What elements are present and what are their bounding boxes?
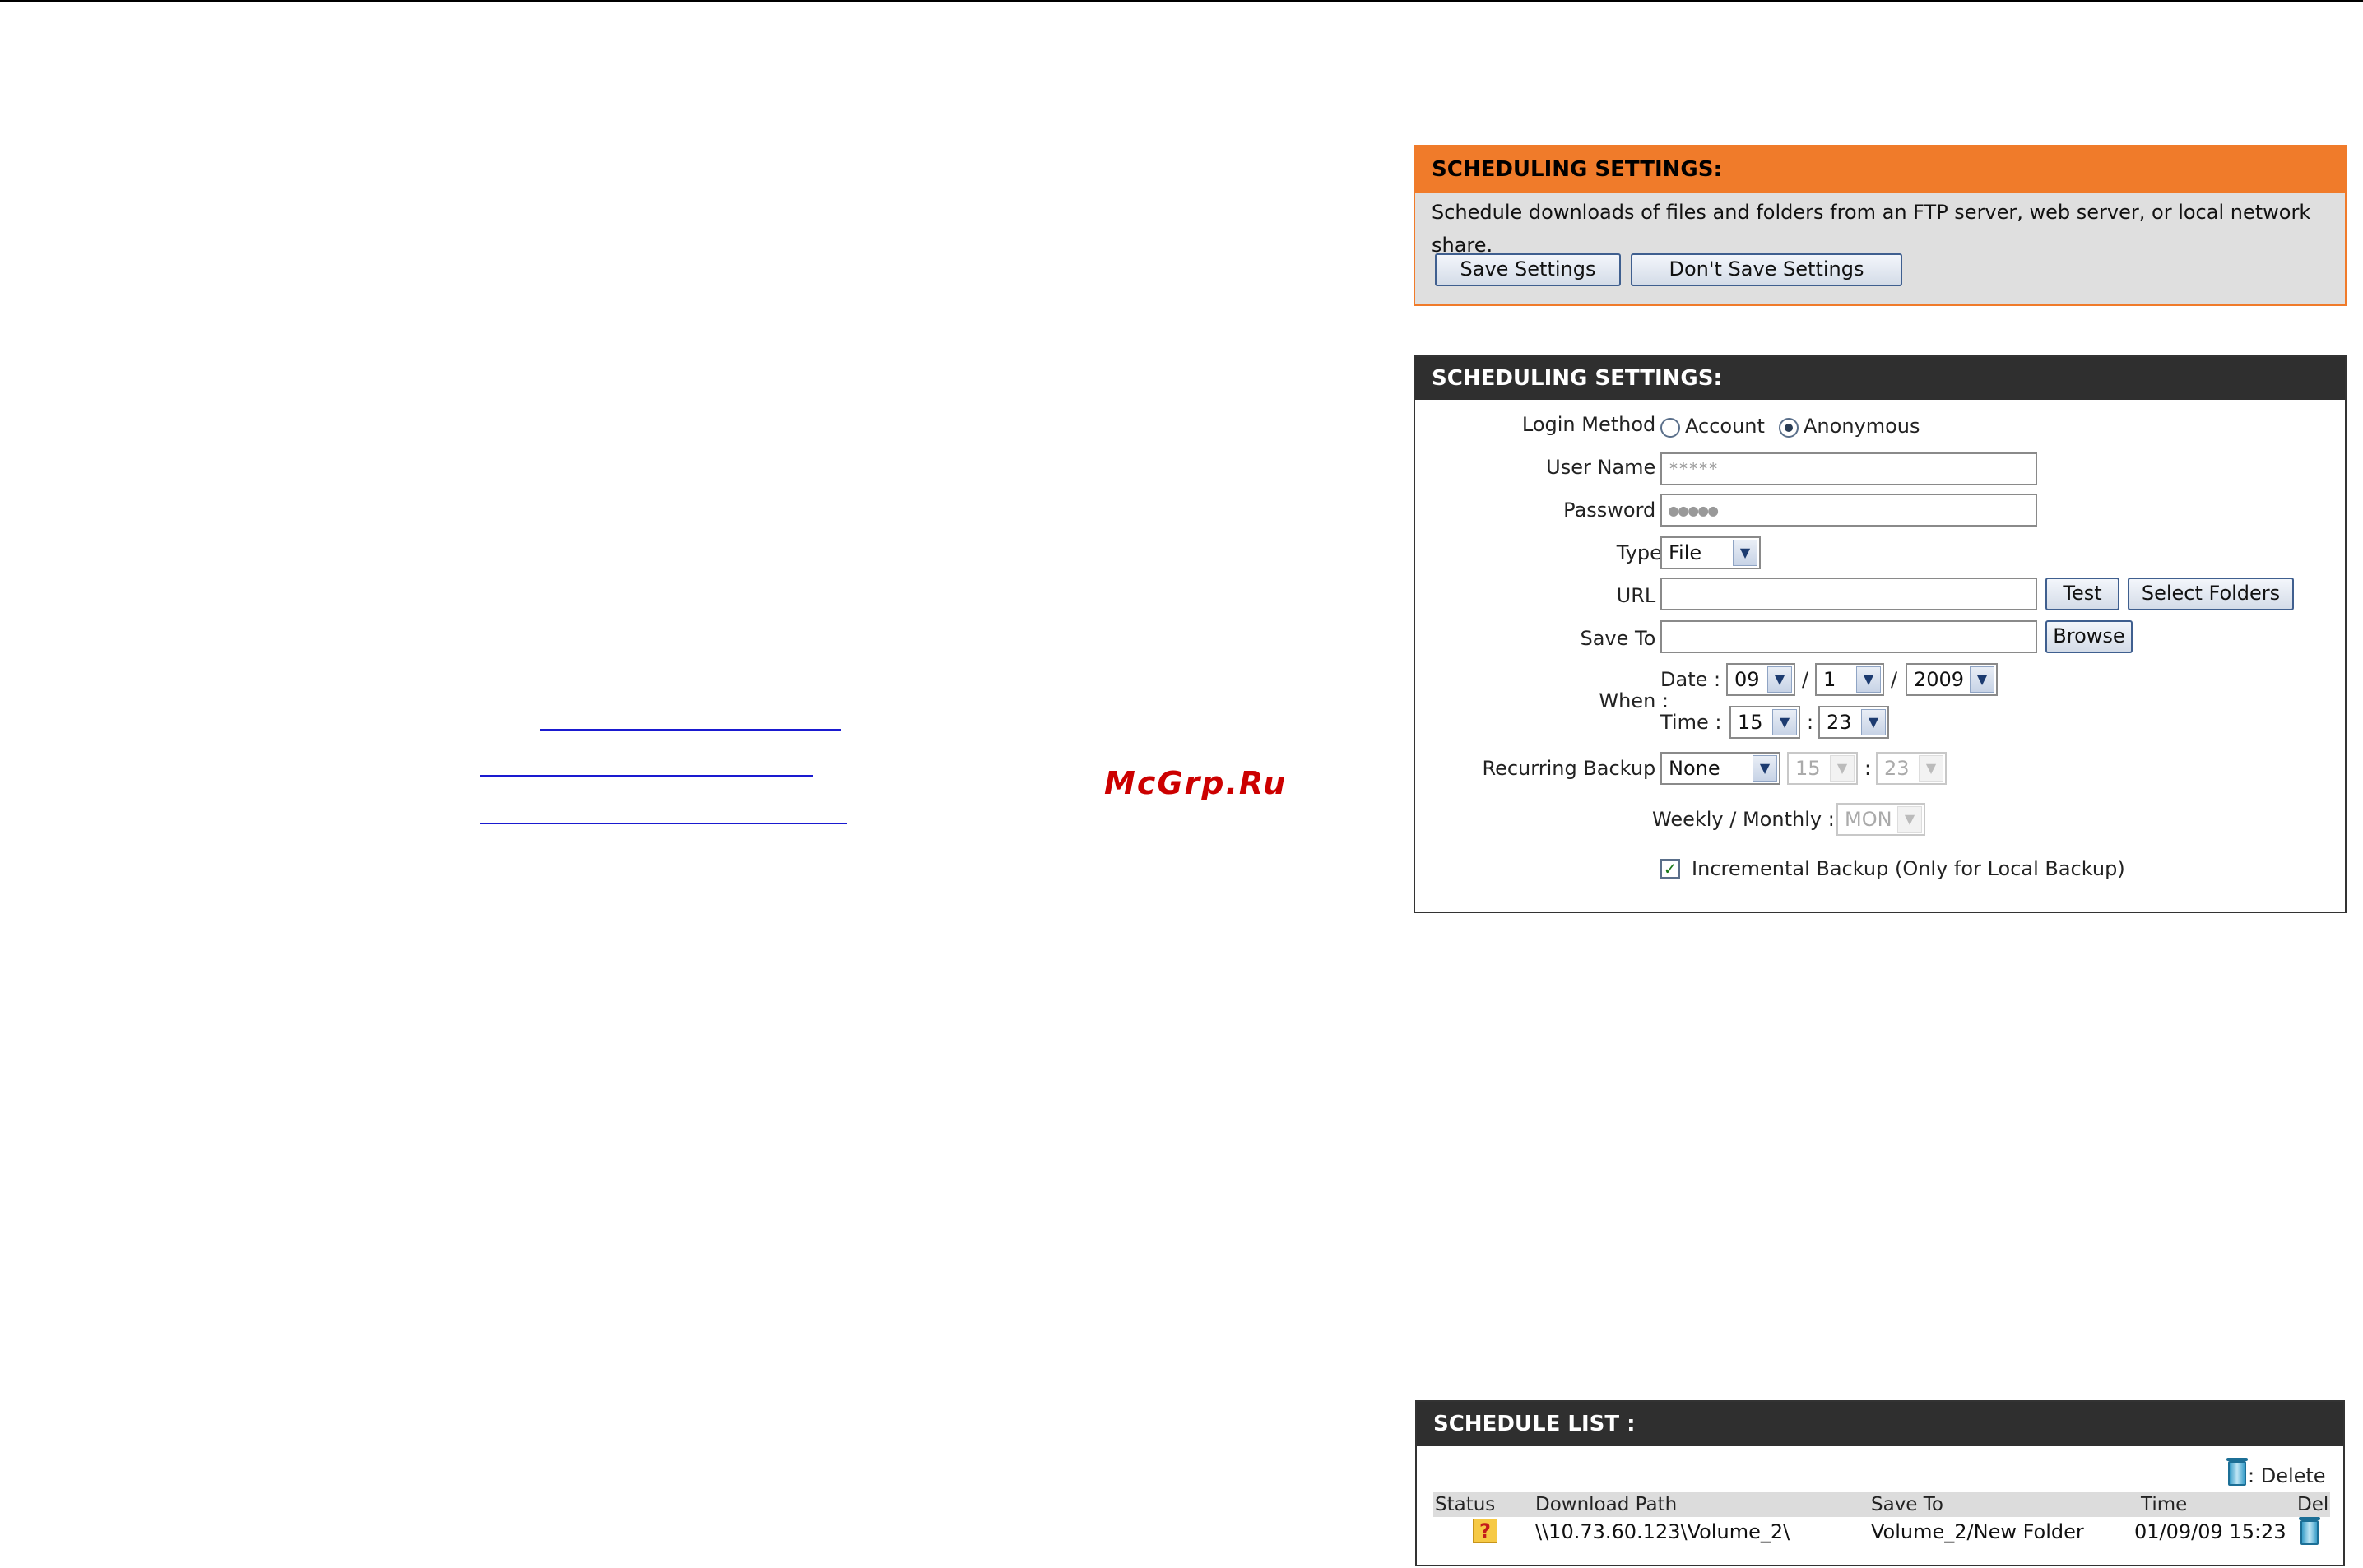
recurring-hour-select: 15 ▼ [1787, 752, 1858, 785]
password-input[interactable]: ●●●●● [1660, 494, 2037, 527]
chevron-down-icon: ▼ [1919, 755, 1943, 782]
recurring-backup-label: Recurring Backup : [1482, 757, 1669, 780]
select-folders-button[interactable]: Select Folders [2128, 578, 2294, 610]
column-time: Time [2141, 1494, 2188, 1515]
column-del: Del [2297, 1494, 2329, 1515]
scheduling-settings-action-panel: SCHEDULING SETTINGS: Schedule downloads … [1414, 145, 2347, 306]
panel-title: SCHEDULING SETTINGS: [1415, 357, 2345, 400]
date-label: Date : [1660, 668, 1721, 691]
url-input[interactable] [1660, 578, 2037, 610]
chevron-down-icon: ▼ [1897, 806, 1922, 833]
link-underline-1[interactable] [540, 729, 841, 731]
column-download-path: Download Path [1535, 1494, 1678, 1515]
username-input[interactable]: ***** [1660, 452, 2037, 485]
column-status: Status [1435, 1494, 1496, 1515]
time-minute-value: 23 [1827, 711, 1852, 734]
top-border-line [0, 0, 2363, 2]
chevron-down-icon: ▼ [1733, 540, 1757, 566]
username-label: User Name : [1546, 456, 1669, 479]
recurring-time-separator: : [1864, 757, 1872, 780]
when-label: When : [1599, 689, 1669, 712]
time-label: Time : [1660, 711, 1722, 734]
time-hour-select[interactable]: 15 ▼ [1729, 706, 1800, 739]
column-save-to: Save To [1871, 1494, 1943, 1515]
incremental-backup-checkbox[interactable]: ✓ [1660, 859, 1680, 879]
row-save-to: Volume_2/New Folder [1871, 1520, 2084, 1543]
watermark: McGrp.Ru [1104, 765, 1288, 801]
weekly-monthly-select: MON ▼ [1836, 803, 1925, 836]
date-separator: / [1891, 668, 1898, 691]
anonymous-radio[interactable] [1779, 418, 1799, 438]
date-month-value: 09 [1734, 668, 1760, 691]
panel-title: SCHEDULE LIST : [1417, 1402, 2343, 1446]
recurring-hour-value: 15 [1795, 757, 1821, 780]
account-radio[interactable] [1660, 418, 1680, 438]
weekly-monthly-label: Weekly / Monthly : [1652, 808, 1835, 831]
date-year-value: 2009 [1914, 668, 1965, 691]
recurring-minute-value: 23 [1884, 757, 1910, 780]
panel-description: Schedule downloads of files and folders … [1432, 201, 2311, 257]
schedule-list-header: Status Download Path Save To Time Del [1433, 1492, 2330, 1517]
recurring-backup-select[interactable]: None ▼ [1660, 752, 1780, 785]
time-minute-select[interactable]: 23 ▼ [1818, 706, 1889, 739]
type-select[interactable]: File ▼ [1660, 536, 1761, 569]
incremental-backup-label: Incremental Backup (Only for Local Backu… [1692, 857, 2125, 880]
account-radio-label: Account [1685, 415, 1765, 438]
time-separator: : [1807, 711, 1814, 734]
date-month-select[interactable]: 09 ▼ [1726, 663, 1795, 696]
date-day-value: 1 [1823, 668, 1836, 691]
chevron-down-icon: ▼ [1861, 709, 1886, 735]
schedule-list-panel: SCHEDULE LIST : : Delete Status Download… [1415, 1400, 2345, 1566]
scheduling-settings-form-panel: SCHEDULING SETTINGS: Login Method : Acco… [1414, 355, 2347, 913]
password-label: Password : [1563, 499, 1669, 522]
time-hour-value: 15 [1738, 711, 1763, 734]
recurring-backup-value: None [1669, 757, 1720, 780]
delete-row-trash-icon[interactable] [2299, 1517, 2320, 1545]
chevron-down-icon: ▼ [1772, 709, 1797, 735]
panel-title: SCHEDULING SETTINGS: [1415, 146, 2345, 193]
unknown-status-icon: ? [1473, 1519, 1497, 1543]
date-day-select[interactable]: 1 ▼ [1815, 663, 1884, 696]
save-settings-button[interactable]: Save Settings [1435, 253, 1621, 286]
recurring-minute-select: 23 ▼ [1876, 752, 1947, 785]
test-button[interactable]: Test [2045, 578, 2119, 610]
chevron-down-icon: ▼ [1767, 666, 1792, 693]
date-year-select[interactable]: 2009 ▼ [1906, 663, 1998, 696]
chevron-down-icon: ▼ [1753, 755, 1777, 782]
link-underline-2[interactable] [480, 775, 813, 777]
browse-button[interactable]: Browse [2045, 620, 2133, 653]
chevron-down-icon: ▼ [1830, 755, 1855, 782]
chevron-down-icon: ▼ [1856, 666, 1881, 693]
row-time: 01/09/09 15:23 [2134, 1520, 2286, 1543]
save-to-input[interactable] [1660, 620, 2037, 653]
link-underline-3[interactable] [480, 823, 847, 824]
row-download-path: \\10.73.60.123\Volume_2\ [1535, 1520, 1790, 1543]
anonymous-radio-label: Anonymous [1804, 415, 1920, 438]
save-to-label: Save To : [1580, 627, 1669, 650]
delete-legend: : Delete [2248, 1464, 2326, 1487]
login-method-label: Login Method : [1521, 413, 1669, 436]
chevron-down-icon: ▼ [1970, 666, 1994, 693]
date-separator: / [1802, 668, 1809, 691]
dont-save-settings-button[interactable]: Don't Save Settings [1631, 253, 1902, 286]
weekly-monthly-value: MON [1845, 808, 1892, 831]
trash-icon [2226, 1458, 2248, 1486]
type-select-value: File [1669, 541, 1702, 564]
